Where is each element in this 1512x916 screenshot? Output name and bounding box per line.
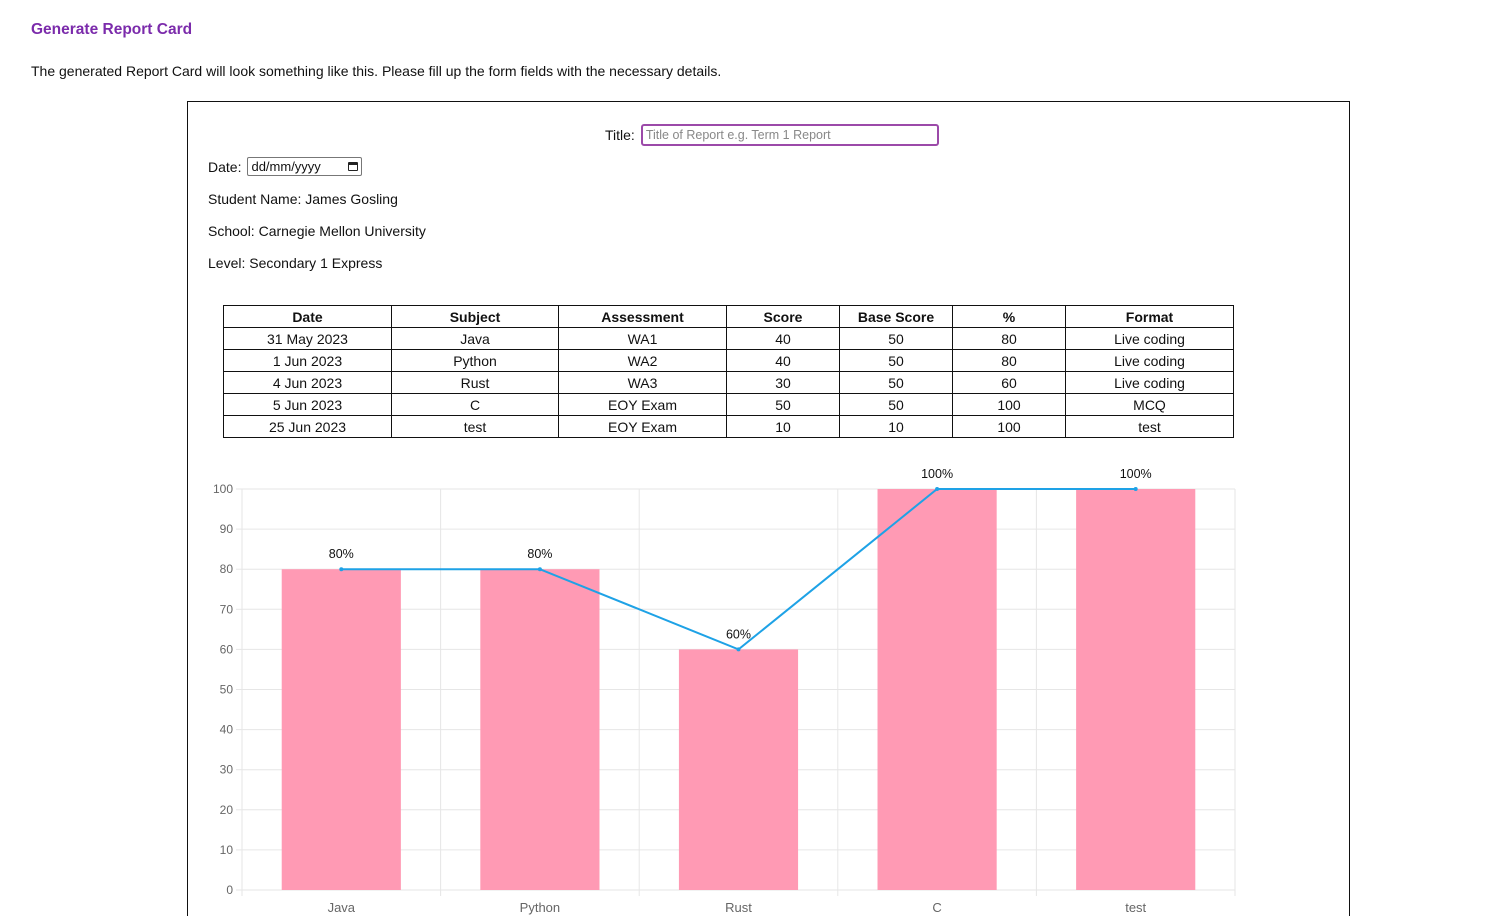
table-cell: 31 May 2023: [223, 327, 392, 350]
y-tick-label: 70: [220, 602, 234, 616]
table-cell: EOY Exam: [558, 415, 727, 438]
chart-point: [935, 487, 940, 491]
table-cell: 10: [839, 415, 953, 438]
chart-point: [537, 567, 542, 572]
table-cell: 5 Jun 2023: [223, 393, 392, 416]
table-cell: Java: [391, 327, 559, 350]
column-header: Assessment: [558, 305, 727, 328]
date-label: Date:: [208, 158, 242, 175]
table-cell: 80: [952, 349, 1066, 372]
column-header: Subject: [391, 305, 559, 328]
data-label: 80%: [527, 547, 552, 561]
school-name: School: Carnegie Mellon University: [208, 223, 426, 239]
table-cell: Live coding: [1065, 349, 1234, 372]
table-cell: 40: [726, 349, 840, 372]
y-tick-label: 20: [220, 803, 234, 817]
table-cell: WA3: [558, 371, 727, 394]
chart-point: [1133, 487, 1138, 491]
scores-table: Date Subject Assessment Score Base Score…: [223, 305, 1234, 438]
table-cell: EOY Exam: [558, 393, 727, 416]
column-header: Date: [223, 305, 392, 328]
y-tick-label: 100: [213, 482, 233, 496]
data-label: 80%: [329, 547, 354, 561]
table-cell: Live coding: [1065, 327, 1234, 350]
table-cell: 40: [726, 327, 840, 350]
table-row: 4 Jun 2023 Rust WA3 30 50 60 Live coding: [223, 371, 1234, 394]
title-row: Title:: [605, 124, 939, 146]
calendar-icon[interactable]: [348, 162, 359, 171]
y-tick-label: 50: [220, 683, 234, 697]
x-tick-label: Rust: [725, 900, 752, 915]
table-row: 25 Jun 2023 test EOY Exam 10 10 100 test: [223, 415, 1234, 438]
y-tick-label: 30: [220, 763, 234, 777]
y-tick-label: 80: [220, 562, 234, 576]
y-tick-label: 60: [220, 642, 234, 656]
table-header-row: Date Subject Assessment Score Base Score…: [223, 305, 1234, 328]
table-cell: Python: [391, 349, 559, 372]
table-cell: 4 Jun 2023: [223, 371, 392, 394]
table-cell: WA2: [558, 349, 727, 372]
table-cell: C: [391, 393, 559, 416]
table-cell: 50: [839, 327, 953, 350]
y-tick-label: 40: [220, 723, 234, 737]
score-chart: 0 10 20 30 40 50 60 70 80 90 100 80% 80% 60% 100% 100% J…: [213, 467, 1236, 915]
chart-point: [736, 647, 741, 652]
title-input[interactable]: [640, 124, 939, 146]
title-label: Title:: [605, 127, 635, 143]
report-card-page: Generate Report Card The generated Repor…: [0, 0, 1512, 916]
chart-bar: [678, 649, 799, 890]
x-tick-label: Python: [520, 900, 560, 915]
report-card-preview: Title: Date: dd/mm/yyyy Student Name: Ja…: [187, 101, 1350, 916]
intro-text: The generated Report Card will look some…: [31, 63, 722, 79]
table-cell: 25 Jun 2023: [223, 415, 392, 438]
date-input[interactable]: dd/mm/yyyy: [247, 157, 363, 176]
column-header: %: [952, 305, 1066, 328]
table-cell: 60: [952, 371, 1066, 394]
x-tick-label: Java: [328, 900, 356, 915]
chart-bar: [1076, 489, 1196, 890]
column-header: Score: [726, 305, 840, 328]
table-cell: 50: [839, 371, 953, 394]
data-label: 100%: [1120, 467, 1152, 481]
chart-bar: [877, 489, 997, 890]
table-cell: test: [391, 415, 559, 438]
table-cell: 10: [726, 415, 840, 438]
table-row: 31 May 2023 Java WA1 40 50 80 Live codin…: [223, 327, 1234, 350]
chart-bar: [281, 569, 401, 890]
column-header: Base Score: [839, 305, 953, 328]
data-label: 100%: [921, 467, 953, 481]
table-cell: 80: [952, 327, 1066, 350]
table-cell: 50: [839, 393, 953, 416]
table-cell: 100: [952, 415, 1066, 438]
page-heading: Generate Report Card: [31, 21, 193, 38]
table-cell: test: [1065, 415, 1234, 438]
student-level: Level: Secondary 1 Express: [208, 255, 383, 271]
y-tick-label: 10: [220, 843, 234, 857]
x-tick-label: test: [1125, 900, 1146, 915]
table-cell: WA1: [558, 327, 727, 350]
student-name: Student Name: James Gosling: [208, 191, 398, 207]
y-tick-label: 90: [220, 522, 234, 536]
table-cell: 1 Jun 2023: [223, 349, 392, 372]
column-header: Format: [1065, 305, 1234, 328]
table-cell: MCQ: [1065, 393, 1234, 416]
chart-point: [339, 567, 344, 572]
table-cell: 30: [726, 371, 840, 394]
table-cell: Live coding: [1065, 371, 1234, 394]
table-cell: Rust: [391, 371, 559, 394]
y-tick-label: 0: [226, 883, 233, 897]
table-row: 5 Jun 2023 C EOY Exam 50 50 100 MCQ: [223, 393, 1234, 416]
chart-bar: [480, 569, 600, 890]
table-cell: 100: [952, 393, 1066, 416]
table-row: 1 Jun 2023 Python WA2 40 50 80 Live codi…: [223, 349, 1234, 372]
date-row: Date: dd/mm/yyyy: [208, 157, 363, 176]
data-label: 60%: [726, 627, 751, 641]
table-cell: 50: [839, 349, 953, 372]
x-tick-label: C: [932, 900, 941, 915]
table-cell: 50: [726, 393, 840, 416]
date-input-value: dd/mm/yyyy: [251, 159, 321, 174]
